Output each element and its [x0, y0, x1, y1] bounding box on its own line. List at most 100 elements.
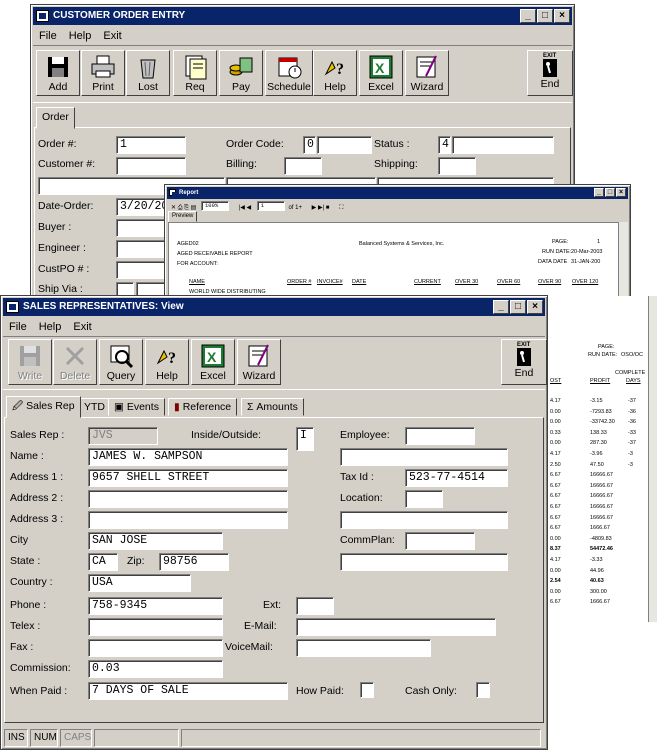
- report-nav-next-icon[interactable]: ▶ ▶| ■: [312, 205, 330, 211]
- report-minimize-icon[interactable]: _: [594, 188, 604, 197]
- email-field[interactable]: [296, 618, 496, 636]
- address3-field[interactable]: [88, 511, 288, 529]
- custpo-field[interactable]: [116, 261, 171, 279]
- when-paid-field[interactable]: 7 DAYS OF SALE: [88, 682, 288, 700]
- sales-minimize-icon[interactable]: _: [493, 300, 509, 314]
- how-paid-label: How Paid:: [296, 685, 344, 697]
- tab-amounts[interactable]: Σ Amounts: [241, 398, 304, 416]
- zip-field[interactable]: 98756: [159, 553, 229, 571]
- report-company: Balanced Systems & Services, Inc.: [359, 241, 445, 247]
- tab-order[interactable]: Order: [36, 107, 75, 129]
- inside-outside-field[interactable]: I: [296, 427, 314, 451]
- help-button[interactable]: ? Help: [313, 50, 357, 96]
- engineer-field[interactable]: [116, 240, 171, 258]
- tab-ytd-label: YTD: [84, 401, 105, 413]
- query-button[interactable]: Query: [99, 339, 143, 385]
- menu-help[interactable]: Help: [69, 30, 92, 42]
- shipping-field[interactable]: [438, 157, 476, 175]
- order-code-desc-field[interactable]: [317, 136, 372, 154]
- voicemail-field[interactable]: [296, 639, 431, 657]
- location-field[interactable]: [405, 490, 443, 508]
- floppy-disk-icon: [45, 54, 71, 80]
- sales-close-icon[interactable]: ×: [527, 300, 543, 314]
- commission-field[interactable]: 0.03: [88, 660, 223, 678]
- telex-field[interactable]: [88, 618, 223, 636]
- report-right-cell: -4809.83: [590, 535, 612, 542]
- tab-reference[interactable]: ▮ Reference: [168, 398, 238, 416]
- report-right-cell: 2.50: [550, 461, 561, 468]
- report-close-icon[interactable]: ×: [616, 188, 626, 197]
- cash-only-checkbox[interactable]: [476, 682, 490, 698]
- maximize-icon[interactable]: □: [537, 9, 553, 23]
- close-icon[interactable]: ×: [554, 9, 570, 23]
- tab-preview[interactable]: Preview: [168, 211, 198, 222]
- report-right-cell: 1666.67: [590, 599, 610, 606]
- req-button[interactable]: Req: [173, 50, 217, 96]
- sales-menu-help[interactable]: Help: [39, 321, 62, 333]
- buyer-field[interactable]: [116, 219, 171, 237]
- add-label: Add: [48, 81, 68, 93]
- location-desc-field[interactable]: [340, 511, 508, 529]
- commplan-desc-field[interactable]: [340, 553, 508, 571]
- delete-button[interactable]: Delete: [53, 339, 97, 385]
- name-field[interactable]: JAMES W. SAMPSON: [88, 448, 288, 466]
- report-right-cell: 16666.67: [590, 482, 613, 489]
- report-right-scrollbar[interactable]: [648, 296, 657, 622]
- address2-field[interactable]: [88, 490, 288, 508]
- tab-events[interactable]: ▣ Events: [108, 398, 165, 416]
- svg-text:X: X: [375, 60, 385, 76]
- lost-button[interactable]: Lost: [126, 50, 170, 96]
- sales-maximize-icon[interactable]: □: [510, 300, 526, 314]
- employee-name-field[interactable]: [340, 448, 508, 466]
- city-field[interactable]: SAN JOSE: [88, 532, 223, 550]
- report-page-field[interactable]: 1: [256, 201, 285, 211]
- status-desc-field[interactable]: [452, 136, 554, 154]
- minimize-icon[interactable]: _: [520, 9, 536, 23]
- employee-field[interactable]: [405, 427, 475, 445]
- sales-window-title: SALES REPRESENTATIVES: View: [23, 301, 184, 312]
- how-paid-checkbox[interactable]: [360, 682, 374, 698]
- add-button[interactable]: Add: [36, 50, 80, 96]
- customer-number-field[interactable]: [116, 157, 186, 175]
- sales-excel-button[interactable]: X Excel: [191, 339, 235, 385]
- menu-exit[interactable]: Exit: [103, 30, 121, 42]
- ext-field[interactable]: [296, 597, 334, 615]
- tab-ytd[interactable]: YTD: [78, 398, 111, 416]
- date-order-field[interactable]: 3/20/20: [116, 198, 171, 216]
- end-button[interactable]: EXIT End: [527, 50, 573, 96]
- sales-end-button[interactable]: EXIT End: [501, 339, 547, 385]
- sales-menu-exit[interactable]: Exit: [73, 321, 91, 333]
- report-right-cell: -36: [628, 419, 636, 426]
- tab-sales-rep[interactable]: 🖉 Sales Rep: [6, 396, 81, 418]
- commplan-field[interactable]: [405, 532, 475, 550]
- billing-field[interactable]: [284, 157, 322, 175]
- customer-titlebar: CUSTOMER ORDER ENTRY _ □ ×: [33, 7, 572, 25]
- status-field[interactable]: 4: [438, 136, 451, 154]
- sales-rep-field[interactable]: JVS: [88, 427, 158, 445]
- state-field[interactable]: CA: [88, 553, 118, 571]
- order-number-field[interactable]: 1: [116, 136, 186, 154]
- excel-button[interactable]: X Excel: [359, 50, 403, 96]
- menu-file[interactable]: File: [39, 30, 57, 42]
- wizard-button[interactable]: Wizard: [405, 50, 449, 96]
- fax-field[interactable]: [88, 639, 223, 657]
- phone-field[interactable]: 758-9345: [88, 597, 223, 615]
- report-page-label: PAGE:: [552, 239, 569, 245]
- report-nav-first-icon[interactable]: |◀ ◀: [239, 205, 251, 211]
- sales-help-button[interactable]: ? Help: [145, 339, 189, 385]
- tax-id-field[interactable]: 523-77-4514: [405, 469, 508, 487]
- report-zoom-select[interactable]: 100%: [200, 201, 229, 211]
- schedule-button[interactable]: Schedule: [265, 50, 313, 96]
- sales-menu-file[interactable]: File: [9, 321, 27, 333]
- sales-titlebar: SALES REPRESENTATIVES: View _ □ ×: [3, 298, 545, 316]
- address1-field[interactable]: 9657 SHELL STREET: [88, 469, 288, 487]
- shipping-label: Shipping:: [374, 158, 418, 170]
- order-code-field[interactable]: 0: [303, 136, 316, 154]
- write-button[interactable]: Write: [8, 339, 52, 385]
- country-field[interactable]: USA: [88, 574, 191, 592]
- pay-button[interactable]: Pay: [219, 50, 263, 96]
- print-button[interactable]: Print: [81, 50, 125, 96]
- report-maximize-icon[interactable]: □: [605, 188, 615, 197]
- report-binoculars-icon[interactable]: ⛶: [339, 205, 343, 211]
- sales-wizard-button[interactable]: Wizard: [237, 339, 281, 385]
